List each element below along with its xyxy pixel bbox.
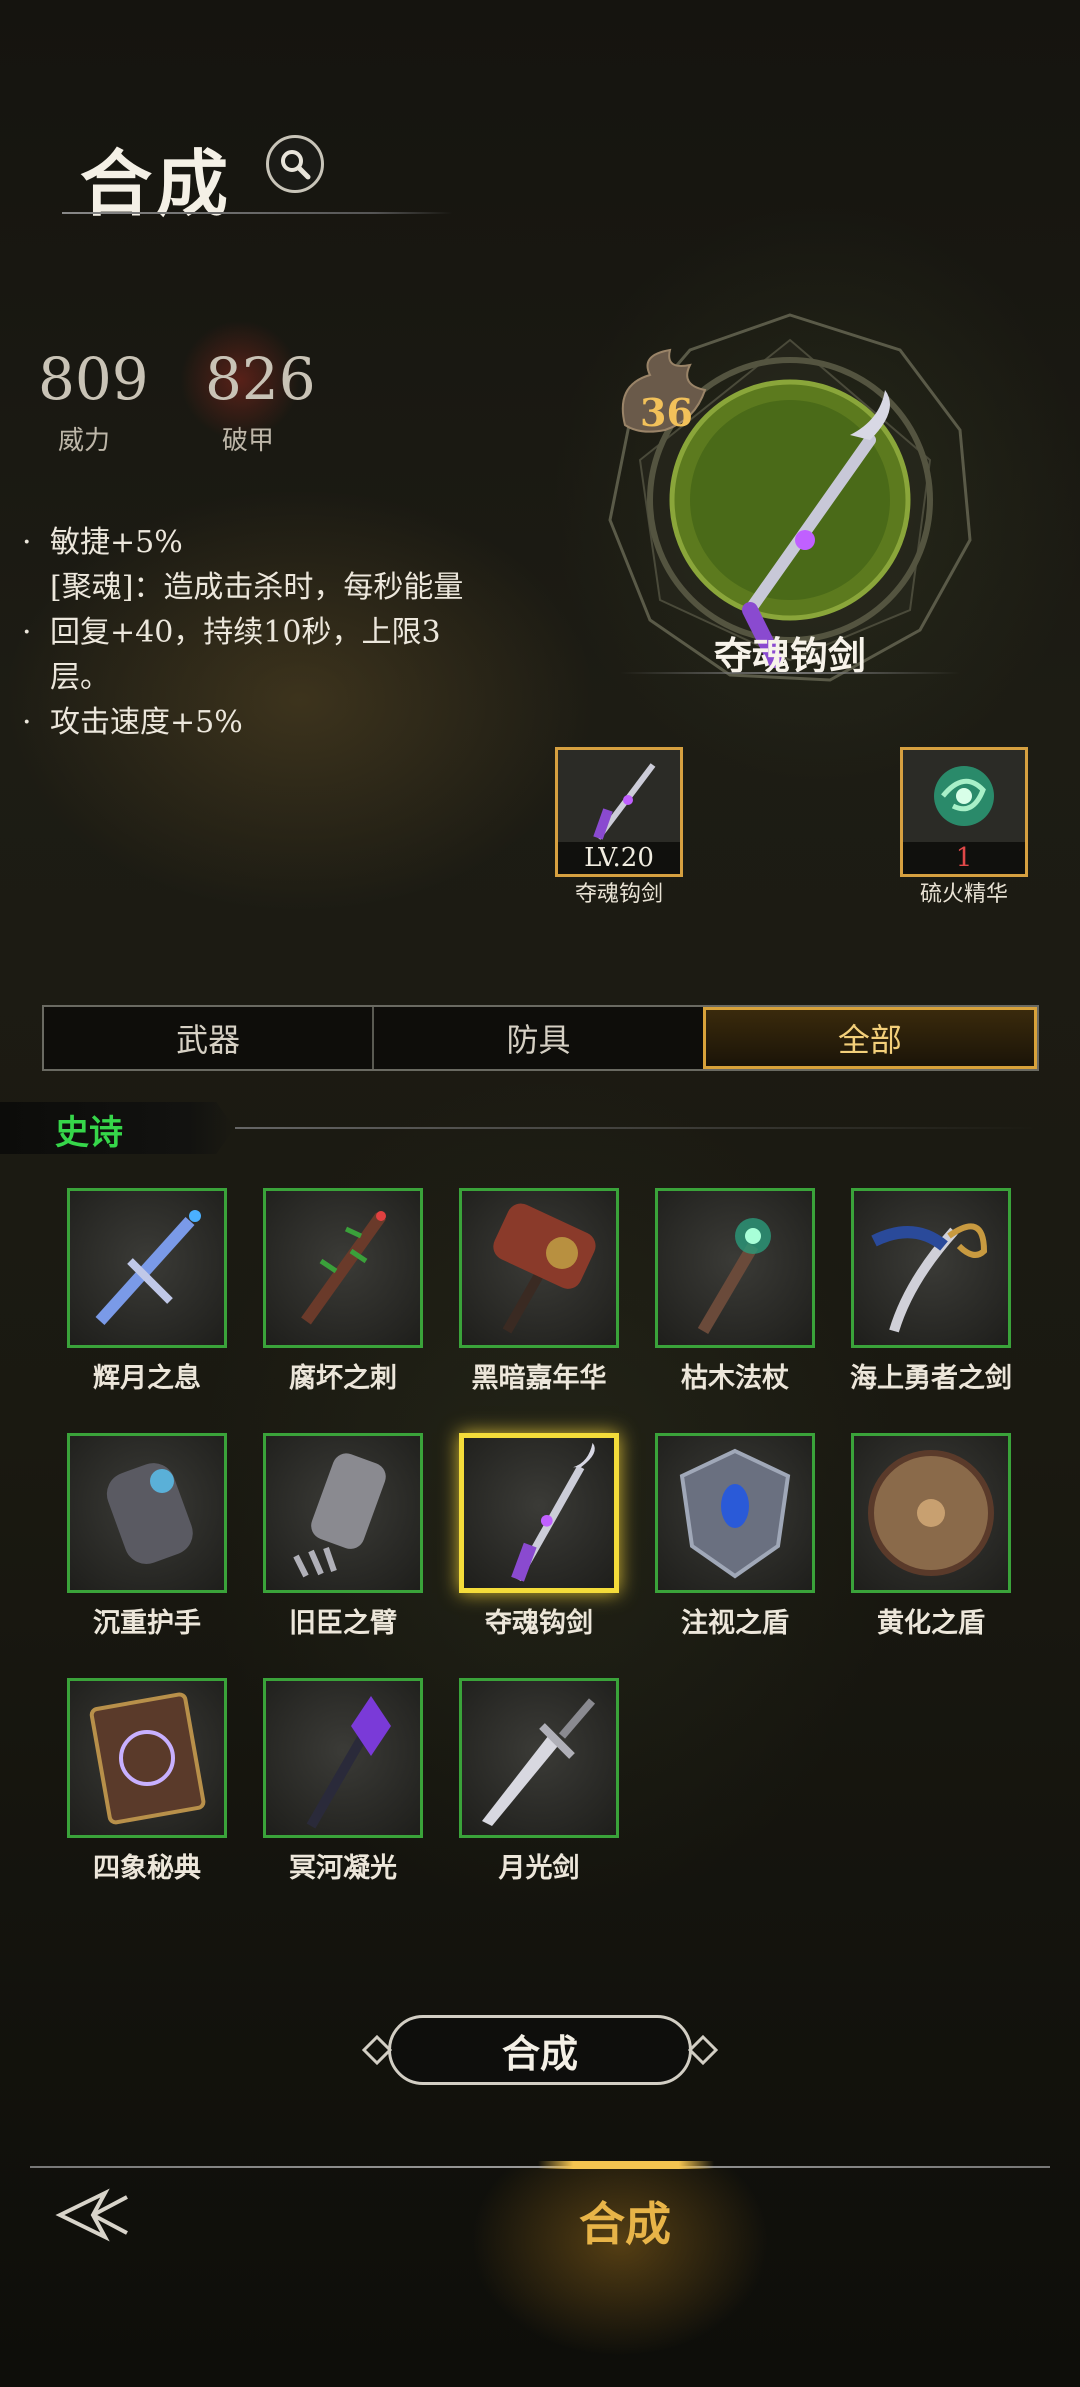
nav-tab-craft[interactable]: 合成	[520, 2188, 730, 2254]
category-tabs: 武器 防具 全部	[42, 1005, 1039, 1071]
item-name: 海上勇者之剑	[850, 1363, 1012, 1394]
desc-line: · 回复+40，持续10秒，上限3	[22, 615, 441, 650]
tab-weapons[interactable]: 武器	[44, 1007, 372, 1069]
item-card[interactable]: 腐坏之刺	[263, 1188, 423, 1395]
material-slot-2[interactable]: 1	[900, 747, 1028, 877]
item-name: 注视之盾	[681, 1608, 789, 1639]
item-slot[interactable]	[67, 1433, 227, 1593]
blue-greatsword-icon	[95, 1210, 201, 1326]
material-count: 1	[903, 842, 1025, 874]
stat-armor-pierce-value: 826	[205, 345, 316, 413]
material-slot-1[interactable]: LV.20	[555, 747, 683, 877]
thorn-staff-icon	[301, 1211, 386, 1325]
hook-sword-icon	[511, 1442, 595, 1582]
sabre-icon	[871, 1223, 988, 1333]
section-divider	[235, 1127, 1035, 1129]
desc-line: 层。	[50, 660, 110, 695]
item-card[interactable]: 枯木法杖	[655, 1188, 815, 1395]
tab-all[interactable]: 全部	[702, 1007, 1037, 1069]
name-underline	[620, 672, 960, 674]
item-card[interactable]: 注视之盾	[655, 1433, 815, 1640]
material-name: 夺魂钩剑	[574, 882, 663, 907]
item-slot-selected[interactable]	[459, 1433, 619, 1593]
item-slot[interactable]	[851, 1433, 1011, 1593]
desc-line: · 攻击速度+5%	[22, 705, 243, 740]
gauntlet-icon	[106, 1463, 193, 1564]
item-card[interactable]: 冥河凝光	[263, 1678, 423, 1885]
stat-armor-pierce-label: 破甲	[222, 426, 275, 456]
stat-power-label: 威力	[58, 426, 111, 456]
item-name: 枯木法杖	[681, 1363, 789, 1394]
eye-shield-icon	[679, 1448, 791, 1579]
moonlight-sword-icon	[482, 1698, 596, 1826]
item-card[interactable]: 辉月之息	[67, 1188, 227, 1395]
material-name: 硫火精华	[919, 882, 1008, 907]
item-name: 冥河凝光	[289, 1853, 397, 1884]
search-button[interactable]	[266, 135, 324, 193]
desc-line: · 敏捷+5%	[22, 525, 183, 560]
claw-gauntlet-icon	[293, 1453, 386, 1578]
item-name: 辉月之息	[93, 1363, 201, 1394]
hammer-icon	[493, 1203, 596, 1334]
back-button[interactable]	[55, 2185, 135, 2245]
item-name: 夺魂钩剑	[485, 1608, 593, 1639]
item-name: 黑暗嘉年华	[471, 1363, 607, 1394]
item-card[interactable]: 黑暗嘉年华	[459, 1188, 619, 1395]
item-slot[interactable]	[263, 1433, 423, 1593]
stat-power-value: 809	[38, 345, 149, 413]
back-arrow-icon	[55, 2188, 128, 2242]
item-card[interactable]: 海上勇者之剑	[850, 1188, 1012, 1395]
item-level-badge: 36	[640, 390, 693, 435]
item-name: 沉重护手	[93, 1608, 201, 1639]
item-slot[interactable]	[851, 1188, 1011, 1348]
item-slot[interactable]	[263, 1188, 423, 1348]
item-name: 旧臣之臂	[289, 1608, 397, 1639]
magnifier-icon	[281, 150, 311, 180]
item-name: 腐坏之刺	[289, 1363, 397, 1394]
crystal-mace-icon	[306, 1696, 391, 1829]
wood-staff-icon	[697, 1218, 771, 1335]
title-divider	[62, 212, 452, 214]
item-card[interactable]: 四象秘典	[67, 1678, 227, 1885]
nav-active-indicator	[538, 2161, 714, 2169]
round-shield-icon	[868, 1450, 994, 1576]
item-slot[interactable]	[655, 1433, 815, 1593]
diamond-ornament-icon	[362, 2035, 392, 2065]
item-slot[interactable]	[459, 1678, 619, 1838]
page-title: 合成	[80, 141, 233, 226]
green-swirl-essence-icon	[934, 766, 994, 826]
tab-armor[interactable]: 防具	[372, 1007, 702, 1069]
material-level: LV.20	[558, 842, 680, 874]
section-title-epic: 史诗	[55, 1113, 123, 1153]
item-card[interactable]: 月光剑	[459, 1678, 619, 1885]
item-card[interactable]: 旧臣之臂	[263, 1433, 423, 1640]
item-name: 黄化之盾	[877, 1608, 985, 1639]
item-card[interactable]: 夺魂钩剑	[459, 1433, 619, 1640]
item-name: 四象秘典	[93, 1853, 201, 1884]
diamond-ornament-icon	[688, 2035, 718, 2065]
item-description: · 敏捷+5% [聚魂]：造成击杀时，每秒能量 · 回复+40，持续10秒，上限3 …	[22, 520, 492, 745]
item-slot[interactable]	[263, 1678, 423, 1838]
tome-icon	[89, 1692, 206, 1825]
item-slot[interactable]	[67, 1188, 227, 1348]
hook-sword-icon	[593, 763, 656, 840]
item-slot[interactable]	[655, 1188, 815, 1348]
craft-button[interactable]: 合成	[388, 2015, 692, 2085]
desc-line: [聚魂]：造成击杀时，每秒能量	[50, 570, 464, 605]
item-slot[interactable]	[459, 1188, 619, 1348]
item-card[interactable]: 沉重护手	[67, 1433, 227, 1640]
item-slot[interactable]	[67, 1678, 227, 1838]
item-card[interactable]: 黄化之盾	[851, 1433, 1011, 1640]
item-name: 月光剑	[498, 1853, 580, 1884]
